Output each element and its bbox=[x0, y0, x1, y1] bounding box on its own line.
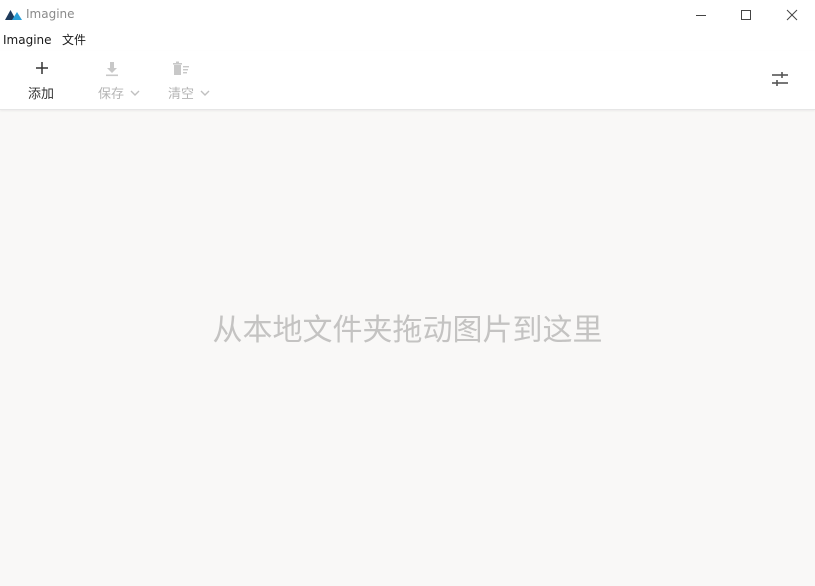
download-icon bbox=[106, 62, 118, 77]
title-bar: Imagine bbox=[0, 0, 815, 29]
close-icon bbox=[786, 9, 798, 20]
plus-icon bbox=[36, 62, 48, 74]
minimize-icon bbox=[696, 14, 706, 16]
save-button[interactable]: 保存 bbox=[92, 51, 152, 109]
maximize-button[interactable] bbox=[723, 0, 769, 29]
app-logo-icon bbox=[5, 10, 22, 20]
minimize-button[interactable] bbox=[678, 0, 724, 29]
chevron-down-icon bbox=[130, 90, 140, 96]
menu-app[interactable]: Imagine bbox=[3, 33, 52, 47]
window-title: Imagine bbox=[26, 7, 75, 21]
add-label: 添加 bbox=[28, 87, 55, 102]
close-button[interactable] bbox=[769, 0, 815, 29]
toolbar: 添加 保存 清空 bbox=[0, 51, 815, 110]
clear-list-icon bbox=[173, 61, 189, 75]
clear-button[interactable]: 清空 bbox=[162, 51, 222, 109]
menu-bar: Imagine 文件 bbox=[0, 29, 815, 51]
chevron-down-icon bbox=[200, 90, 210, 96]
add-button[interactable]: 添加 bbox=[22, 51, 66, 109]
drop-zone-hint: 从本地文件夹拖动图片到这里 bbox=[212, 313, 603, 348]
menu-file[interactable]: 文件 bbox=[62, 33, 86, 47]
clear-label: 清空 bbox=[168, 87, 195, 102]
save-label: 保存 bbox=[98, 87, 125, 102]
settings-button[interactable] bbox=[768, 68, 792, 90]
sliders-icon bbox=[772, 72, 788, 86]
maximize-icon bbox=[741, 9, 751, 20]
